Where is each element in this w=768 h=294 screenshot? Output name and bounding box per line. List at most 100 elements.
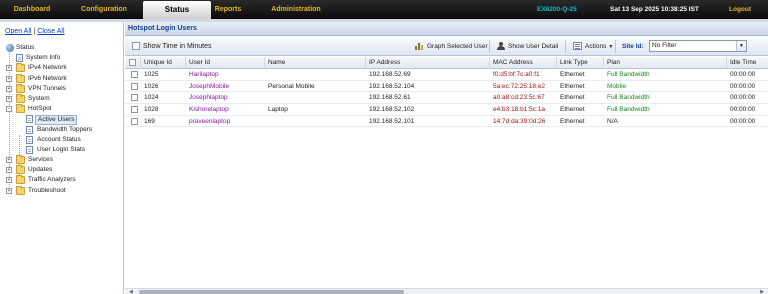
open-all-link[interactable]: Open All (5, 28, 31, 35)
scroll-right-icon[interactable]: ▶ (760, 289, 764, 294)
scrollbar-thumb[interactable] (139, 290, 404, 294)
tree-item-account-status[interactable]: Account Status (4, 135, 122, 145)
cell-idle-time: 00:00:00 (730, 94, 756, 102)
page-icon (26, 115, 33, 124)
show-user-detail-button[interactable]: Show User Detail (497, 39, 558, 54)
tree-item-status[interactable]: Status (4, 43, 122, 53)
cell-mac-address: f0:d5:bf:7c:a0:f1 (493, 71, 540, 78)
header-idle-time[interactable]: Idle Time (727, 57, 768, 69)
expand-icon[interactable]: + (6, 187, 12, 194)
expand-icon[interactable]: + (6, 75, 12, 82)
nav-reports[interactable]: Reports (206, 0, 250, 19)
navigation-tree: Status System Info + IPv4 Network + IPv6… (4, 43, 122, 196)
graph-selected-user-button[interactable]: Graph Selected User (415, 39, 488, 54)
tree-item-label: System Info (26, 54, 61, 62)
collapse-icon[interactable]: − (6, 106, 12, 113)
chevron-down-icon[interactable]: ▼ (736, 41, 746, 51)
header-select-all[interactable] (125, 57, 141, 69)
expand-icon[interactable]: + (6, 95, 12, 102)
cell-ip-address: 192.168.52.101 (369, 117, 415, 125)
row-checkbox[interactable] (131, 82, 138, 90)
site-id-select[interactable]: No Filter ▼ (649, 40, 747, 52)
cell-link-type: Ethernet (560, 106, 585, 114)
header-name[interactable]: Name (265, 57, 366, 69)
cell-user-id: Harilaptop (189, 71, 219, 78)
cell-name (265, 92, 268, 103)
expand-icon[interactable]: + (6, 167, 12, 174)
tree-item-user-login-stats[interactable]: User Login Stats (4, 145, 122, 155)
cell-unique-id: 1028 (144, 106, 159, 114)
scroll-left-icon[interactable]: ◀ (129, 289, 133, 294)
header-mac-address[interactable]: MAC Address (490, 57, 557, 69)
cell-link-type: Ethernet (560, 94, 585, 102)
horizontal-scrollbar[interactable]: ◀ ▶ (125, 288, 768, 294)
actions-menu-button[interactable]: Actions ▼ (573, 39, 613, 54)
tree-item-label: VPN Tunnels (28, 84, 66, 92)
table-row[interactable]: 169 praveenlaptop 192.168.52.101 14:7d:d… (125, 116, 768, 128)
tree-item-updates[interactable]: + Updates (4, 165, 122, 175)
graph-selected-user-label: Graph Selected User (427, 43, 488, 50)
expand-icon[interactable]: + (6, 157, 12, 164)
panel-title: Hotspot Login Users (125, 22, 768, 36)
tree-item-system[interactable]: + System (4, 93, 122, 104)
nav-configuration[interactable]: Configuration (76, 0, 132, 19)
site-id-label: Site Id: (622, 43, 644, 50)
tree-item-system-info[interactable]: System Info (4, 53, 122, 63)
select-all-checkbox[interactable] (129, 59, 136, 66)
folder-icon (16, 93, 25, 103)
header-user-id[interactable]: User Id (186, 57, 265, 69)
folder-icon (16, 73, 25, 83)
tree-item-hotspot[interactable]: − HotSpot (4, 104, 122, 114)
cell-idle-time: 00:00:00 (730, 82, 756, 90)
header-unique-id[interactable]: Unique Id (141, 57, 186, 69)
close-all-link[interactable]: Close All (37, 28, 64, 35)
tree-item-label: Account Status (37, 135, 81, 143)
cell-link-type: Ethernet (560, 71, 585, 78)
folder-icon (16, 83, 25, 93)
tree-item-troubleshoot[interactable]: + Troubleshoot (4, 185, 122, 196)
row-checkbox[interactable] (131, 117, 138, 125)
toolbar-divider (565, 40, 566, 53)
tree-item-label: IPv6 Network (28, 74, 67, 82)
page-icon (26, 135, 33, 144)
folder-open-icon (16, 104, 25, 114)
tree-item-traffic-analyzers[interactable]: + Traffic Analyzers (4, 175, 122, 185)
header-ip-address[interactable]: IP Address (366, 57, 490, 69)
cell-name (265, 69, 268, 80)
expand-icon[interactable]: + (6, 85, 12, 92)
cell-link-type: Ethernet (560, 117, 585, 125)
cell-link-type: Ethernet (560, 82, 585, 90)
nav-dashboard[interactable]: Dashboard (4, 0, 60, 19)
nav-status[interactable]: Status (143, 1, 211, 19)
expand-icon[interactable]: + (6, 177, 12, 184)
cell-user-id: JosephMobile (189, 82, 230, 90)
cell-ip-address: 192.168.52.102 (369, 106, 415, 114)
header-plan[interactable]: Plan (604, 57, 727, 69)
cell-idle-time: 00:00:00 (730, 117, 756, 125)
cell-plan: N/A (607, 117, 618, 125)
table-row[interactable]: 1028 Kishorelaptop Laptop 192.168.52.102… (125, 104, 768, 116)
table-row[interactable]: 1024 Josephlaptop 192.168.52.61 a0:a8:cd… (125, 92, 768, 105)
row-checkbox[interactable] (131, 106, 138, 114)
folder-icon (16, 155, 25, 165)
logout-link[interactable]: Logout (729, 0, 751, 19)
show-time-minutes-checkbox[interactable] (132, 42, 140, 50)
expand-icon[interactable]: + (6, 65, 12, 72)
tree-item-vpn-tunnels[interactable]: + VPN Tunnels (4, 83, 122, 94)
grid-toolbar: Show Time in Minutes Graph Selected User… (125, 37, 768, 56)
table-row[interactable]: 1026 JosephMobile Personal Mobile 192.16… (125, 81, 768, 93)
row-checkbox[interactable] (131, 71, 138, 78)
tree-item-active-users[interactable]: Active Users (4, 114, 122, 125)
tree-item-label: IPv4 Network (28, 64, 67, 72)
row-checkbox[interactable] (131, 94, 138, 102)
tree-item-ipv4-network[interactable]: + IPv4 Network (4, 63, 122, 73)
tree-item-bandwidth-toppers[interactable]: Bandwidth Toppers (4, 125, 122, 135)
nav-administration[interactable]: Administration (266, 0, 326, 19)
header-link-type[interactable]: Link Type (557, 57, 604, 69)
tree-item-ipv6-network[interactable]: + IPv6 Network (4, 73, 122, 84)
table-row[interactable]: 1025 Harilaptop 192.168.52.69 f0:d5:bf:7… (125, 69, 768, 81)
cell-unique-id: 1025 (144, 71, 159, 78)
tree-item-services[interactable]: + Services (4, 155, 122, 165)
cell-unique-id: 169 (144, 117, 155, 125)
page-icon (26, 145, 33, 154)
